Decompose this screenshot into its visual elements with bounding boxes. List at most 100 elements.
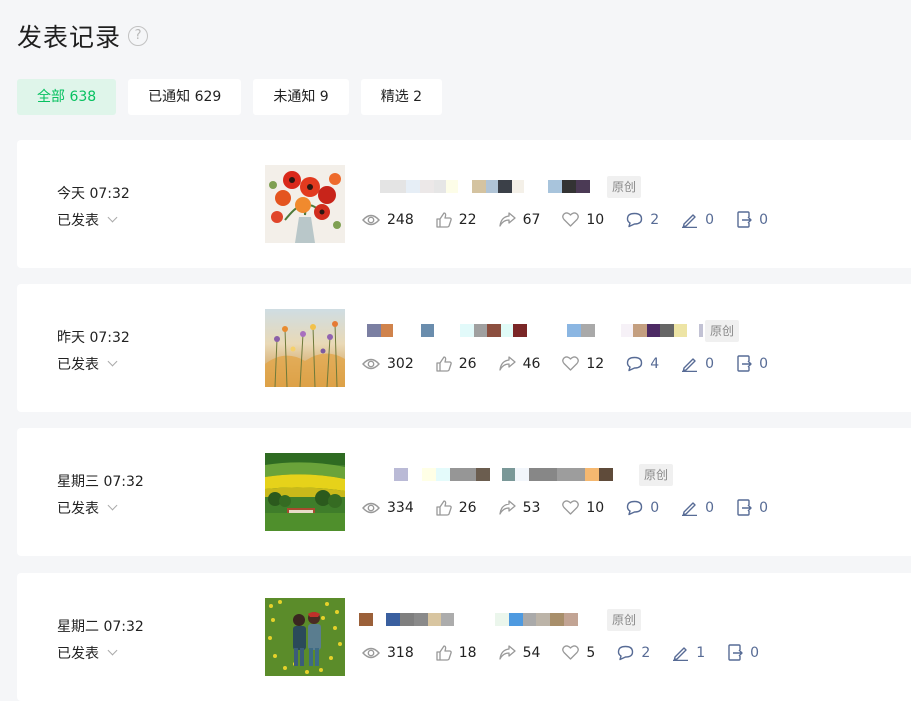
forwards-count: 0 [759, 355, 768, 372]
heart-icon [562, 645, 580, 660]
shares-stat: 54 [498, 645, 540, 661]
heart-icon [562, 500, 580, 515]
wow-stat: 5 [562, 645, 595, 661]
pen-icon [682, 501, 698, 516]
shares-stat: 67 [498, 211, 541, 228]
original-badge: 原创 [607, 176, 642, 198]
pen-icon [682, 357, 698, 372]
wow-stat: 10 [562, 212, 604, 228]
article-thumbnail[interactable] [265, 165, 345, 243]
thumbs-up-icon [436, 355, 452, 372]
likes-stat: 22 [436, 212, 477, 228]
notes-stat[interactable]: 0 [681, 356, 714, 372]
wow-count: 5 [586, 644, 596, 661]
notes-stat[interactable]: 0 [681, 500, 714, 516]
chevron-down-icon [107, 645, 118, 656]
forward-doc-icon [737, 499, 752, 516]
status-label: 已发表 [57, 213, 99, 229]
share-arrow-icon [498, 645, 516, 660]
thumbs-up-icon [436, 644, 452, 661]
likes-count: 26 [458, 355, 477, 372]
comment-icon [627, 356, 643, 371]
forwards-count: 0 [759, 499, 768, 516]
shares-stat: 53 [498, 499, 541, 516]
wow-stat: 12 [562, 356, 604, 372]
record-card[interactable]: 今天 07:32 已发表 原创 248 22 67 10 2 0 0 [17, 140, 911, 268]
eye-icon [362, 647, 380, 658]
views-stat: 248 [362, 212, 414, 228]
notes-count: 0 [705, 211, 715, 228]
tab-notified[interactable]: 已通知 629 [128, 79, 242, 115]
comments-count: 2 [650, 211, 660, 228]
publish-time: 星期二 07:32 [57, 619, 144, 635]
comments-count: 4 [650, 355, 660, 372]
tab-all[interactable]: 全部 638 [17, 79, 117, 115]
views-count: 248 [387, 211, 414, 228]
comments-stat[interactable]: 4 [626, 356, 659, 372]
forward-doc-icon [728, 644, 743, 661]
status-label: 已发表 [57, 501, 99, 517]
publish-time: 今天 07:32 [57, 186, 130, 202]
share-arrow-icon [498, 356, 516, 371]
eye-icon [362, 502, 380, 513]
notes-count: 0 [705, 355, 715, 372]
status-dropdown[interactable]: 已发表 [57, 643, 144, 663]
status-label: 已发表 [57, 646, 99, 662]
thumbs-up-icon [436, 499, 452, 516]
likes-stat: 26 [436, 500, 477, 516]
forwards-count: 0 [750, 644, 760, 661]
views-stat: 302 [362, 356, 414, 372]
views-count: 302 [387, 355, 414, 372]
chevron-down-icon [107, 500, 118, 511]
comment-icon [618, 645, 634, 660]
views-count: 334 [387, 499, 414, 516]
comment-icon [627, 500, 643, 515]
article-title-obscured[interactable] [380, 180, 590, 193]
comments-stat[interactable]: 2 [626, 212, 659, 228]
views-stat: 318 [362, 645, 414, 661]
record-card[interactable]: 星期三 07:32 已发表 原创 334 26 53 10 0 0 0 [17, 428, 911, 556]
wow-count: 12 [586, 355, 605, 372]
comments-stat[interactable]: 2 [617, 645, 650, 661]
record-card[interactable]: 昨天 07:32 已发表 原创 302 26 46 12 4 0 0 [17, 284, 911, 412]
shares-count: 67 [522, 211, 541, 228]
forwards-stat[interactable]: 0 [727, 644, 759, 661]
heart-icon [562, 212, 580, 227]
likes-count: 18 [458, 644, 477, 661]
notes-stat[interactable]: 1 [672, 645, 705, 661]
forwards-stat[interactable]: 0 [736, 211, 768, 228]
article-thumbnail[interactable] [265, 309, 345, 387]
status-dropdown[interactable]: 已发表 [57, 354, 130, 374]
views-count: 318 [387, 644, 414, 661]
status-dropdown[interactable]: 已发表 [57, 210, 130, 230]
article-thumbnail[interactable] [265, 598, 345, 676]
forwards-stat[interactable]: 0 [736, 355, 768, 372]
shares-count: 53 [522, 499, 541, 516]
shares-stat: 46 [498, 356, 540, 372]
wow-count: 10 [586, 499, 605, 516]
page-title: 发表记录 [17, 23, 122, 52]
stats-row: 334 26 53 10 0 0 0 [362, 499, 790, 516]
status-dropdown[interactable]: 已发表 [57, 498, 144, 518]
article-thumbnail[interactable] [265, 453, 345, 531]
forwards-stat[interactable]: 0 [736, 499, 768, 516]
tab-not-notified[interactable]: 未通知 9 [253, 79, 349, 115]
article-title-obscured[interactable] [359, 613, 578, 626]
tab-featured[interactable]: 精选 2 [360, 79, 443, 115]
chevron-down-icon [107, 356, 118, 367]
stats-row: 302 26 46 12 4 0 0 [362, 355, 790, 372]
notes-stat[interactable]: 0 [681, 212, 714, 228]
comments-stat[interactable]: 0 [626, 500, 659, 516]
page-header: 发表记录 ? [17, 18, 149, 54]
publish-time: 星期三 07:32 [57, 474, 144, 490]
article-title-obscured[interactable] [394, 468, 613, 481]
wow-count: 10 [586, 211, 605, 228]
stats-row: 248 22 67 10 2 0 0 [362, 211, 790, 228]
chevron-down-icon [107, 212, 118, 223]
record-card[interactable]: 星期二 07:32 已发表 原创 318 18 54 5 2 1 0 [17, 573, 911, 701]
pen-icon [673, 646, 689, 661]
likes-stat: 26 [436, 356, 477, 372]
help-icon[interactable]: ? [128, 26, 149, 46]
article-title-obscured[interactable] [367, 324, 703, 337]
likes-count: 26 [458, 499, 477, 516]
